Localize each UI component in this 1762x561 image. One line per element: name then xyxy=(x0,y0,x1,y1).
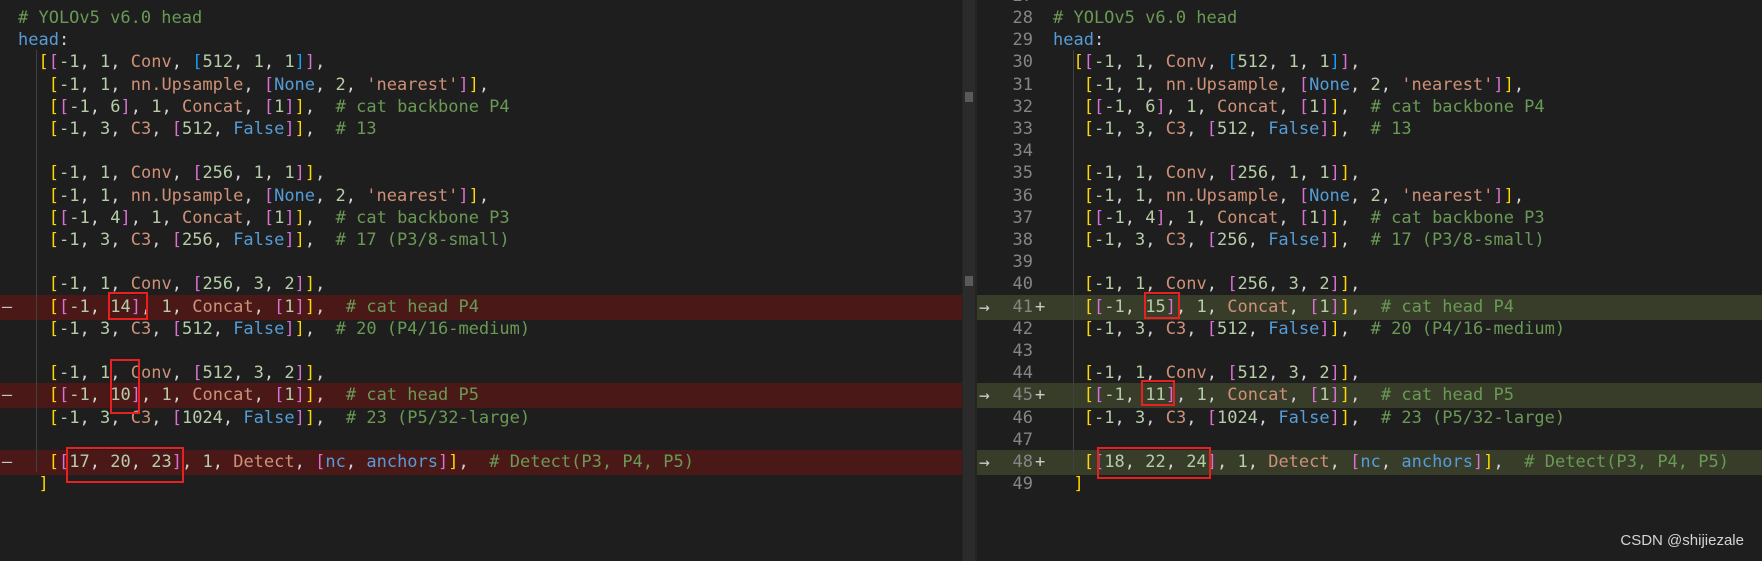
indent-guide xyxy=(36,50,37,473)
code-text: ] xyxy=(38,474,49,495)
code-line[interactable]: ] xyxy=(0,472,962,497)
watermark: CSDN @shijiezale xyxy=(1620,532,1744,549)
scrollbar-marker xyxy=(965,276,973,286)
line-number: 49 xyxy=(1012,474,1033,495)
code-text: ] xyxy=(1073,474,1084,495)
original-editor-pane[interactable]: # YOLOv5 v6.0 head head: [[-1, 1, Conv, [… xyxy=(0,0,962,561)
diff-editor: # YOLOv5 v6.0 head head: [[-1, 1, Conv, [… xyxy=(0,0,1762,561)
code-line[interactable]: 49 ] xyxy=(977,472,1762,497)
scrollbar-marker xyxy=(965,92,973,102)
indent-guide xyxy=(1073,50,1074,473)
modified-editor-pane[interactable]: 2728# YOLOv5 v6.0 head29head:30 [[-1, 1,… xyxy=(977,0,1762,561)
